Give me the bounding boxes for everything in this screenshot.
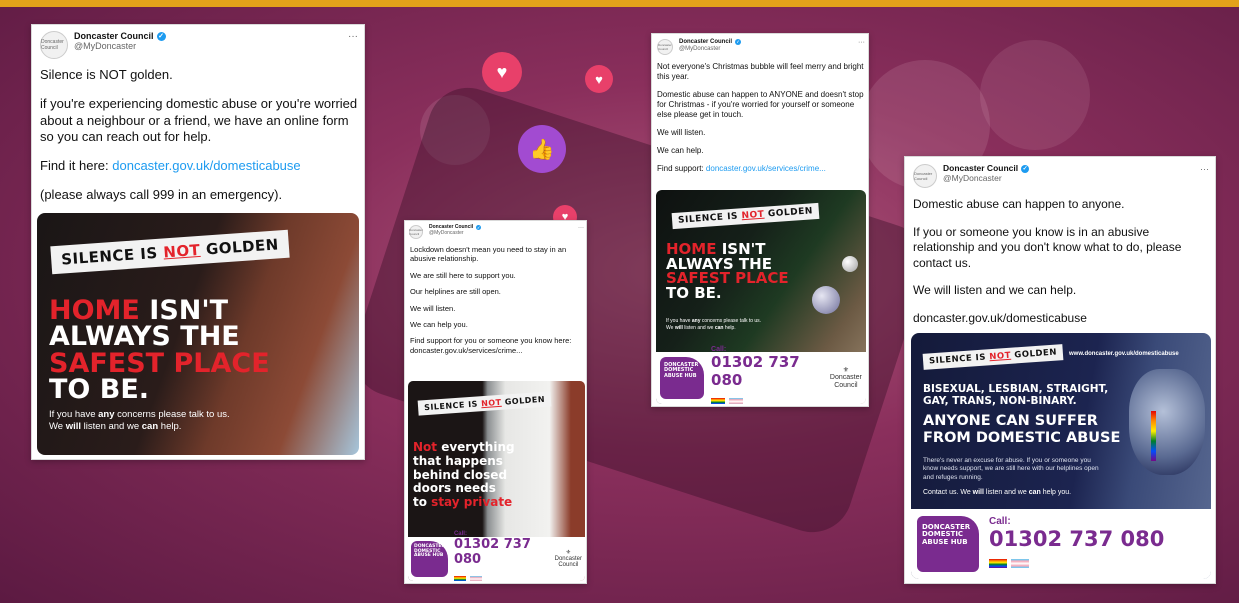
council-logo: Doncaster Council	[913, 164, 937, 188]
trans-flag-icon	[1011, 558, 1030, 568]
ornament	[842, 256, 858, 272]
tweet-text: Find it here: doncaster.gov.uk/domestica…	[40, 158, 358, 174]
top-accent-bar	[0, 0, 1239, 7]
silence-banner: SILENCE IS NOT GOLDEN	[50, 229, 290, 275]
hub-logo: DONCASTER DOMESTIC ABUSE HUB	[917, 516, 979, 572]
account-handle[interactable]: @MyDoncaster	[679, 46, 741, 53]
more-options-icon[interactable]: ···	[1200, 164, 1209, 174]
tweet-text: Domestic abuse can happen to ANYONE and …	[657, 90, 864, 119]
tweet-text: We can help.	[657, 146, 704, 155]
council-crest: ⚜ Doncaster Council	[554, 549, 582, 569]
hub-logo: DONCASTER DOMESTIC ABUSE HUB	[411, 541, 448, 577]
background-bokeh	[980, 40, 1090, 150]
call-label: Call:	[989, 515, 1011, 527]
more-options-icon[interactable]: ···	[578, 225, 584, 231]
more-options-icon[interactable]: ···	[858, 39, 865, 46]
council-crest: ⚜ Doncaster Council	[829, 366, 862, 389]
call-label: Call:	[711, 346, 727, 353]
ornament	[812, 286, 840, 314]
link-prefix: Find it here:	[40, 158, 113, 173]
account-handle[interactable]: @MyDoncaster	[74, 41, 166, 51]
heart-icon: ♥	[585, 65, 613, 93]
tweet-image[interactable]: SILENCE IS NOT GOLDEN Not everything tha…	[408, 381, 585, 581]
helpline-number[interactable]: 01302 737 080	[989, 527, 1164, 551]
tweet-text: if you're experiencing domestic abuse or…	[40, 96, 358, 144]
tweet-text: Find support for you or someone you know…	[410, 336, 572, 346]
tweet-card[interactable]: Doncaster Council Doncaster Council ✓ @M…	[904, 156, 1216, 584]
image-headline: ANYONE CAN SUFFER FROM DOMESTIC ABUSE	[923, 413, 1121, 446]
rainbow-tear	[1151, 411, 1156, 461]
council-logo: Doncaster Council	[409, 225, 423, 239]
image-caption: If you have any concerns please talk to …	[666, 318, 762, 331]
account-name[interactable]: Doncaster Council	[74, 31, 154, 41]
like-icon: 👍	[518, 125, 566, 173]
tweet-text: We will listen.	[410, 303, 456, 313]
account-handle[interactable]: @MyDoncaster	[429, 230, 481, 237]
trans-flag-icon	[729, 398, 744, 404]
tweet-text: Lockdown doesn't mean you need to stay i…	[410, 245, 567, 264]
tweet-text: (please always call 999 in an emergency)…	[40, 187, 283, 203]
image-body: There's never an excuse for abuse. If yo…	[923, 457, 1099, 481]
image-subheadline: BISEXUAL, LESBIAN, STRAIGHT, GAY, TRANS,…	[923, 383, 1109, 408]
silence-banner: SILENCE IS NOT GOLDEN	[671, 202, 820, 230]
image-headline: Not everything that happens behind close…	[413, 440, 515, 510]
account-name[interactable]: Doncaster Council	[679, 39, 732, 46]
tweet-card[interactable]: Doncaster Council Doncaster Council ✓ @M…	[31, 24, 365, 460]
council-logo: Doncaster Council	[657, 39, 673, 55]
tweet-text: Silence is NOT golden.	[40, 67, 173, 82]
tweet-text: Our helplines are still open.	[410, 287, 501, 297]
helpline-footer: DONCASTER DOMESTIC ABUSE HUB Call: 01302…	[911, 509, 1211, 579]
image-caption: If you have any concerns please talk to …	[49, 409, 230, 433]
tweet-image[interactable]: SILENCE IS NOT GOLDEN HOME ISN'T ALWAYS …	[656, 190, 866, 404]
image-caption: Contact us. We will listen and we can he…	[923, 489, 1072, 496]
tweet-card[interactable]: Doncaster Council Doncaster Council ✓ @M…	[651, 33, 869, 407]
verified-badge-icon: ✓	[735, 39, 742, 46]
image-headline: HOME ISN'T ALWAYS THE SAFEST PLACE TO BE…	[666, 240, 789, 303]
pride-flag-icon	[989, 558, 1007, 568]
link-prefix: Find support:	[657, 164, 706, 173]
tweet-link[interactable]: doncaster.gov.uk/services/crime...	[706, 164, 826, 173]
verified-badge-icon: ✓	[1021, 164, 1030, 173]
more-options-icon[interactable]: ···	[348, 31, 358, 42]
verified-badge-icon: ✓	[476, 225, 482, 231]
pride-flag-icon	[711, 398, 726, 404]
tweet-image[interactable]: SILENCE IS NOT GOLDEN www.doncaster.gov.…	[911, 333, 1211, 579]
hub-logo: DONCASTER DOMESTIC ABUSE HUB	[660, 357, 705, 399]
tweet-text: If you or someone you know is in an abus…	[913, 224, 1182, 270]
helpline-footer: DONCASTER DOMESTIC ABUSE HUB Call: 01302…	[656, 346, 866, 404]
helpline-footer: DONCASTER DOMESTIC ABUSE HUB Call: 01302…	[408, 531, 585, 581]
tweet-link[interactable]: doncaster.gov.uk/domesticabuse	[913, 311, 1209, 327]
tweet-text: We can help you.	[410, 319, 468, 329]
tweet-link[interactable]: doncaster.gov.uk/services/crime...	[410, 346, 584, 355]
verified-badge-icon: ✓	[156, 31, 166, 41]
image-headline: HOME ISN'T ALWAYS THE SAFEST PLACE TO BE…	[49, 295, 270, 406]
website-url: www.doncaster.gov.uk/domesticabuse	[1069, 351, 1179, 357]
council-logo: Doncaster Council	[40, 31, 68, 59]
face-portrait	[1129, 369, 1205, 475]
pride-flag-icon	[453, 576, 466, 581]
tweet-card[interactable]: Doncaster Council Doncaster Council ✓ @M…	[404, 220, 587, 584]
tweet-text: We will listen.	[657, 128, 706, 137]
heart-icon: ♥	[482, 52, 522, 92]
account-handle[interactable]: @MyDoncaster	[943, 173, 1029, 184]
tweet-text: Find support: doncaster.gov.uk/services/…	[657, 164, 865, 174]
tweet-text: We will listen and we can help.	[913, 283, 1077, 298]
tweet-text: Not everyone's Christmas bubble will fee…	[657, 62, 864, 81]
tweet-text: We are still here to support you.	[410, 270, 516, 280]
silence-banner: SILENCE IS NOT GOLDEN	[417, 391, 552, 416]
tweet-link[interactable]: doncaster.gov.uk/domesticabuse	[112, 158, 300, 173]
helpline-number[interactable]: 01302 737 080	[711, 353, 830, 389]
helpline-number[interactable]: 01302 737 080	[454, 537, 555, 567]
silence-banner: SILENCE IS NOT GOLDEN	[922, 344, 1064, 370]
trans-flag-icon	[470, 576, 483, 581]
tweet-image[interactable]: SILENCE IS NOT GOLDEN HOME ISN'T ALWAYS …	[37, 213, 359, 455]
tweet-text: Domestic abuse can happen to anyone.	[913, 197, 1125, 211]
